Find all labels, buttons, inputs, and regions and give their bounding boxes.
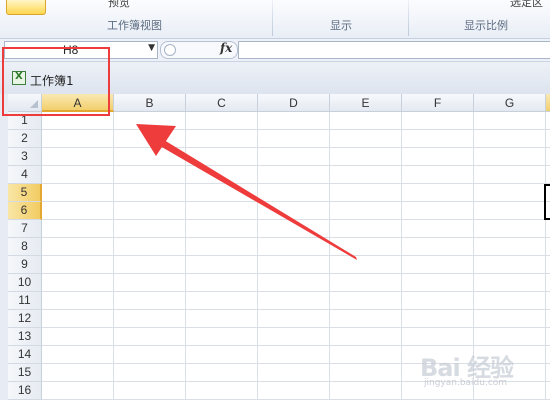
annotation-arrow xyxy=(136,124,357,260)
baidu-watermark: Bai 经验 jingyan.baidu.com xyxy=(418,344,546,394)
watermark-url: jingyan.baidu.com xyxy=(424,378,508,388)
annotation-arrow-shaft xyxy=(160,140,357,260)
